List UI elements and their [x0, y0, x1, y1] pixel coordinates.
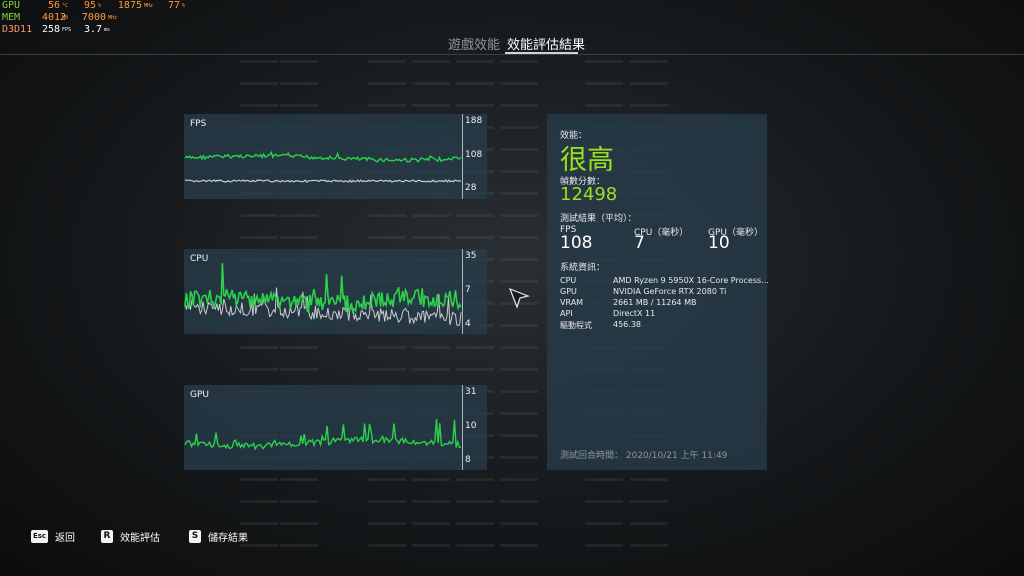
benchmark-label: 效能評估 [120, 533, 160, 544]
overlay-unit: % [182, 3, 186, 9]
frame-score-value: 12498 [560, 184, 618, 205]
overlay-value: 7000 [81, 12, 106, 23]
cpu-axis-ticks: 35 7 4 [465, 249, 487, 334]
sys-key-gpu: GPU [560, 287, 577, 296]
perf-overlay: GPU 56 °C 95 % 1875 MHz 77 % MEM 4012 MB… [2, 0, 185, 36]
s-key-icon: S [189, 530, 201, 543]
overlay-unit: MHz [108, 15, 118, 21]
tab-benchmark-results[interactable]: 效能評估結果 [507, 34, 585, 53]
sys-value-cpu: AMD Ryzen 9 5950X 16-Core Process... [613, 276, 769, 285]
fps-trace-gray [184, 179, 462, 183]
sys-key-vram: VRAM [560, 298, 584, 307]
gpu-trace-green [184, 418, 462, 451]
gpu-tick-label: 10 [465, 421, 477, 431]
back-button[interactable]: Esc 返回 [31, 529, 75, 544]
sys-value-gpu: NVIDIA GeForce RTX 2080 Ti [613, 287, 727, 296]
overlay-row-mem: MEM 4012 MB 7000 MHz [2, 12, 185, 24]
fps-axis-ticks: 188 108 28 [465, 114, 487, 199]
gpu-chart-panel: GPU 31 10 8 [184, 385, 487, 470]
results-panel: 效能： 很高 幀數分數： 12498 測試結果（平均）： FPS 108 CPU… [547, 114, 769, 470]
cpu-axis-line [462, 249, 463, 334]
overlay-label: MEM [2, 12, 21, 23]
cpu-chart-plot [184, 263, 462, 327]
overlay-row-gpu: GPU 56 °C 95 % 1875 MHz 77 % [2, 0, 185, 12]
tab-bar: 遊戲效能 效能評估結果 [0, 34, 1024, 54]
tab-game-performance[interactable]: 遊戲效能 [448, 34, 500, 53]
benchmark-button[interactable]: R 效能評估 [101, 529, 160, 544]
avg-fps-value: 108 [560, 233, 593, 253]
test-timestamp: 測試回合時間： 2020/10/21 上午 11:49 [560, 451, 728, 461]
sys-key-api: API [560, 309, 573, 318]
overlay-value: 4012 [42, 12, 67, 23]
back-label: 返回 [55, 533, 75, 544]
sys-value-api: DirectX 11 [613, 309, 656, 318]
overlay-label: GPU [2, 0, 21, 11]
avg-cpu-value: 7 [634, 233, 645, 253]
overlay-value: 95 [83, 0, 96, 11]
gpu-tick-label: 31 [465, 387, 477, 397]
overlay-unit: % [98, 3, 102, 9]
overlay-unit: MB [62, 15, 69, 21]
cpu-tick-label: 7 [465, 285, 471, 295]
gpu-axis-line [462, 385, 463, 470]
fps-chart-panel: FPS 188 108 28 [184, 114, 487, 199]
sys-key-driver: 驅動程式 [560, 321, 592, 330]
avg-gpu-value: 10 [708, 233, 730, 253]
esc-key-icon: Esc [31, 530, 48, 543]
fps-chart-plot [184, 150, 462, 183]
cpu-chart-panel: CPU 35 7 4 [184, 249, 487, 334]
tab-divider [0, 54, 1024, 55]
save-results-label: 儲存結果 [208, 533, 248, 544]
gpu-chart-plot [184, 418, 462, 451]
performance-rating: 很高 [560, 145, 614, 176]
cpu-trace-green [184, 263, 462, 314]
sys-value-vram: 2661 MB / 11264 MB [613, 298, 697, 307]
fps-axis-line [462, 114, 463, 199]
r-key-icon: R [101, 530, 113, 543]
sys-value-driver: 456.38 [613, 320, 641, 329]
mouse-cursor-icon [508, 287, 530, 309]
gpu-axis-ticks: 31 10 8 [465, 385, 487, 470]
fps-tick-label: 188 [465, 116, 483, 126]
cpu-tick-label: 4 [465, 319, 471, 329]
overlay-value: 56 [47, 0, 60, 11]
overlay-value: 1875 [117, 0, 142, 11]
overlay-value: 77 [167, 0, 180, 11]
gpu-tick-label: 8 [465, 455, 471, 465]
overlay-unit: °C [62, 3, 69, 9]
system-info-label: 系統資訊： [560, 263, 606, 273]
fps-tick-label: 108 [465, 150, 483, 160]
cpu-tick-label: 35 [465, 251, 477, 261]
save-results-button[interactable]: S 儲存結果 [189, 529, 248, 544]
fps-trace-green [184, 150, 462, 163]
test-results-label: 測試結果（平均）： [560, 214, 637, 224]
fps-tick-label: 28 [465, 183, 477, 193]
sys-key-cpu: CPU [560, 276, 577, 285]
overlay-unit: MHz [144, 3, 154, 9]
